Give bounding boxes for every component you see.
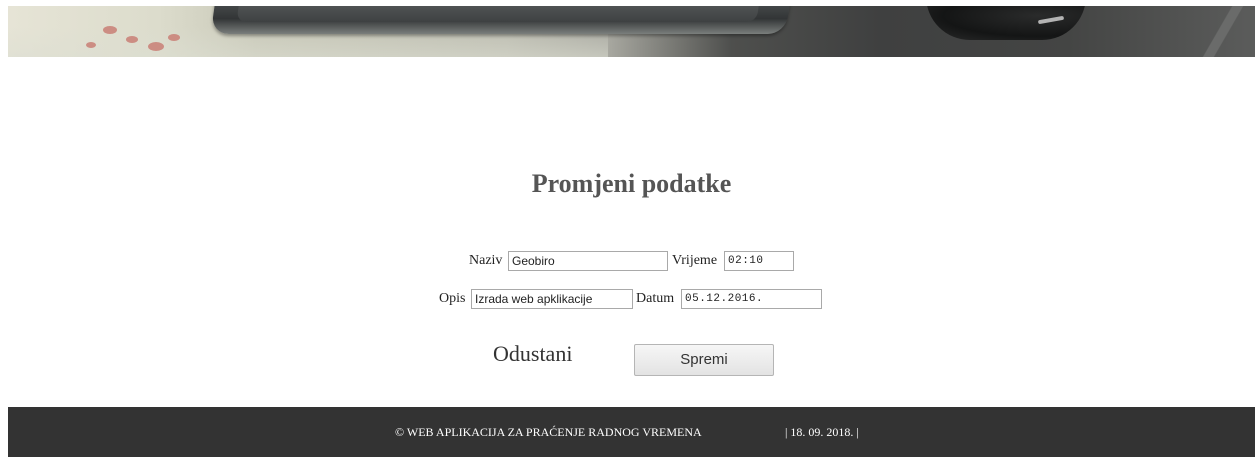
- flower-petal: [168, 34, 180, 41]
- footer-copyright: © WEB APLIKACIJA ZA PRAĆENJE RADNOG VREM…: [395, 425, 702, 439]
- page-title: Promjeni podatke: [531, 169, 732, 198]
- opis-label: Opis: [439, 291, 466, 306]
- datum-input[interactable]: 05.12.2016.: [681, 289, 822, 309]
- vrijeme-label: Vrijeme: [672, 253, 718, 268]
- flower-petal: [86, 42, 96, 48]
- page-frame: Promjeni podatke Naziv Geobiro Vrijeme 0…: [8, 6, 1255, 457]
- flower-petal: [103, 26, 117, 34]
- header-banner-image: [8, 6, 1255, 57]
- cancel-link[interactable]: Odustani: [493, 341, 572, 367]
- mug-image: [926, 6, 1086, 40]
- save-button[interactable]: Spremi: [634, 344, 774, 376]
- datum-label: Datum: [636, 291, 675, 306]
- footer-date: | 18. 09. 2018. |: [785, 425, 859, 439]
- vrijeme-input[interactable]: 02:10: [724, 251, 794, 271]
- footer: © WEB APLIKACIJA ZA PRAĆENJE RADNOG VREM…: [8, 407, 1255, 457]
- opis-input[interactable]: Izrada web apklikacije: [471, 289, 633, 309]
- naziv-input[interactable]: Geobiro: [508, 251, 668, 271]
- naziv-label: Naziv: [469, 253, 503, 268]
- flower-petal: [126, 36, 138, 43]
- flower-petal: [148, 42, 164, 51]
